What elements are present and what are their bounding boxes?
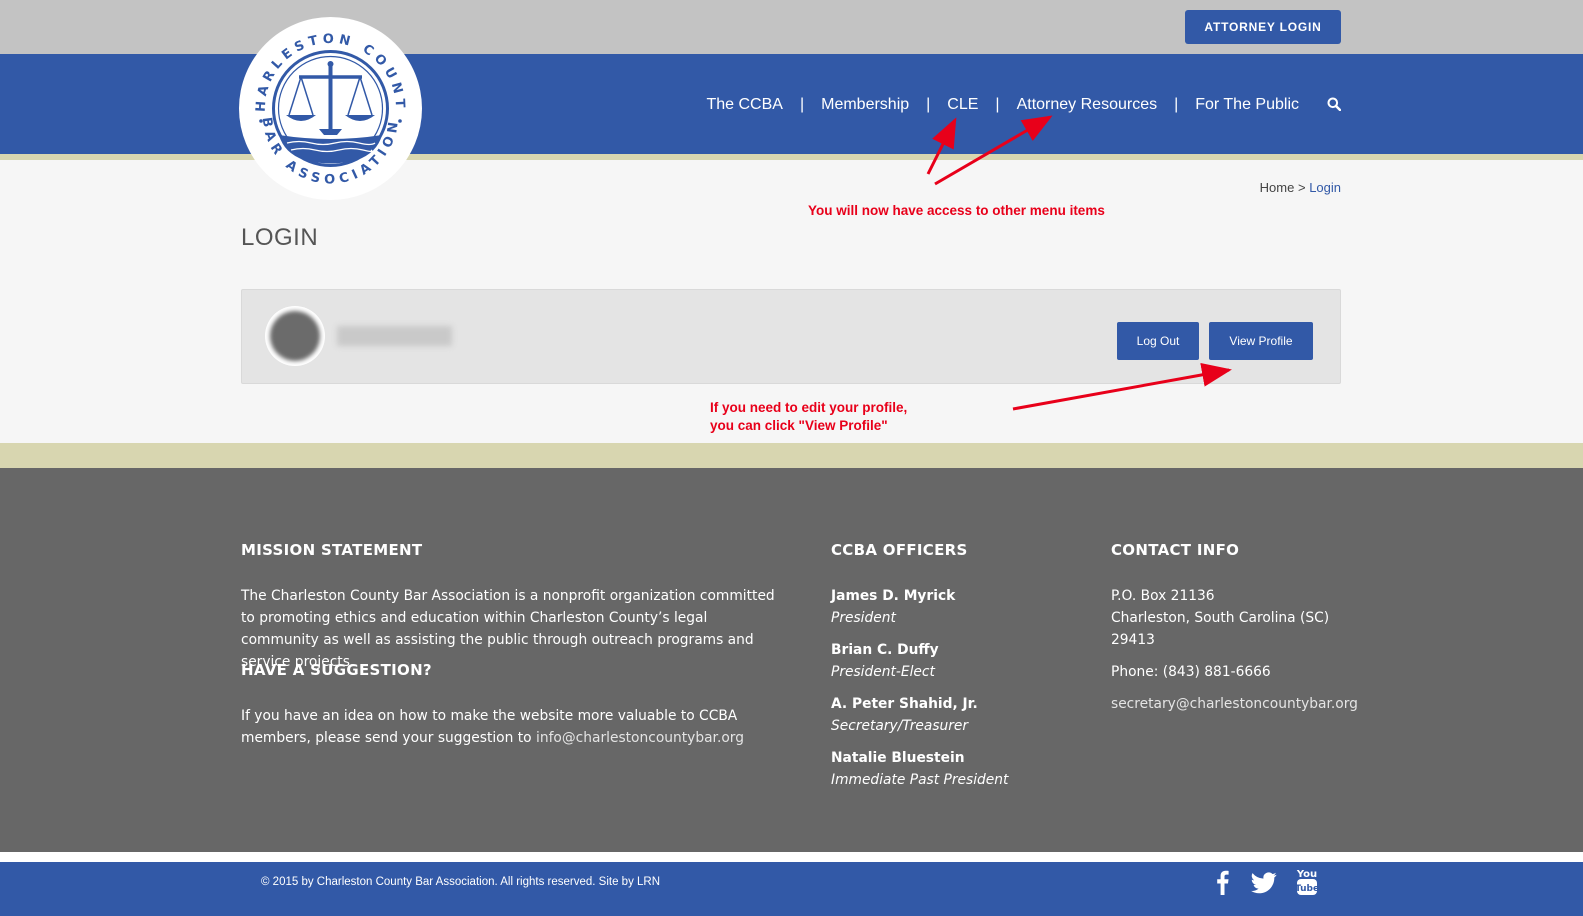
officer-role: Immediate Past President [831, 772, 1009, 788]
contact-address-line1: P.O. Box 21136 [1111, 588, 1215, 604]
scales-of-justice-logo-icon: CHARLESTON COUNTY BAR ASSOCIATION [231, 6, 419, 197]
page-title: LOGIN [241, 224, 319, 251]
bottom-bar: © 2015 by Charleston County Bar Associat… [0, 862, 1583, 916]
content-footer-band [0, 443, 1583, 468]
search-icon[interactable] [1327, 97, 1341, 111]
nav-for-the-public[interactable]: For The Public [1193, 96, 1301, 114]
annotation-menu-access: You will now have access to other menu i… [808, 203, 1105, 218]
breadcrumb: Home > Login [1260, 180, 1341, 195]
breadcrumb-separator: > [1294, 180, 1310, 195]
officer-role: Secretary/Treasurer [831, 718, 969, 734]
username-redacted [337, 326, 452, 346]
annotation-edit-profile-line2: you can click "View Profile" [710, 418, 888, 433]
nav-separator: | [1174, 96, 1179, 113]
nav-membership[interactable]: Membership [819, 96, 911, 114]
twitter-icon[interactable] [1251, 872, 1277, 894]
contact-title: CONTACT INFO [1111, 541, 1240, 559]
copyright-text: © 2015 by Charleston County Bar Associat… [261, 876, 661, 888]
officer-name: Brian C. Duffy [831, 642, 939, 658]
main-navbar: The CCBA | Membership | CLE | Attorney R… [0, 54, 1583, 154]
view-profile-button[interactable]: View Profile [1209, 322, 1313, 360]
nav-separator: | [995, 96, 1000, 113]
nav-separator: | [926, 96, 931, 113]
contact-zip: 29413 [1111, 632, 1155, 648]
contact-email-link[interactable]: secretary@charlestoncountybar.org [1111, 693, 1358, 715]
contact-phone: Phone: (843) 881-6666 [1111, 664, 1271, 680]
nav-attorney-resources[interactable]: Attorney Resources [1015, 96, 1160, 114]
footer: MISSION STATEMENT The Charleston County … [0, 468, 1583, 852]
annotation-edit-profile-line1: If you need to edit your profile, [710, 400, 908, 415]
top-utility-bar: ATTORNEY LOGIN [0, 0, 1583, 54]
mission-title: MISSION STATEMENT [241, 541, 423, 559]
suggestion-title: HAVE A SUGGESTION? [241, 661, 432, 679]
avatar [265, 306, 325, 366]
breadcrumb-current[interactable]: Login [1309, 180, 1341, 195]
footer-divider [0, 852, 1583, 862]
logout-button[interactable]: Log Out [1117, 322, 1199, 360]
main-nav: The CCBA | Membership | CLE | Attorney R… [704, 96, 1341, 114]
nav-cle[interactable]: CLE [945, 96, 980, 114]
user-profile-panel: Log Out View Profile [241, 289, 1341, 384]
officer-name: Natalie Bluestein [831, 750, 965, 766]
annotation-edit-profile: If you need to edit your profile, you ca… [710, 399, 907, 435]
contact-address-line2: Charleston, South Carolina (SC) [1111, 610, 1330, 626]
suggestion-email-link[interactable]: info@charlestoncountybar.org [536, 730, 744, 746]
suggestion-text: If you have an idea on how to make the w… [241, 705, 786, 749]
attorney-login-button[interactable]: ATTORNEY LOGIN [1185, 10, 1341, 44]
svg-text:Tube: Tube [1295, 884, 1319, 894]
officer-name: James D. Myrick [831, 588, 956, 604]
nav-stripe [0, 154, 1583, 160]
mission-text: The Charleston County Bar Association is… [241, 588, 775, 670]
officer-role: President-Elect [831, 664, 935, 680]
nav-the-ccba[interactable]: The CCBA [704, 96, 784, 114]
nav-separator: | [799, 96, 805, 113]
officers-title: CCBA OFFICERS [831, 541, 968, 559]
ccba-logo[interactable]: CHARLESTON COUNTY BAR ASSOCIATION [231, 6, 422, 200]
breadcrumb-home[interactable]: Home [1260, 180, 1295, 195]
facebook-icon[interactable] [1214, 868, 1230, 896]
officer-name: A. Peter Shahid, Jr. [831, 696, 978, 712]
youtube-icon[interactable]: You Tube [1295, 867, 1319, 897]
officer-role: President [831, 610, 896, 626]
svg-text:You: You [1296, 869, 1317, 880]
